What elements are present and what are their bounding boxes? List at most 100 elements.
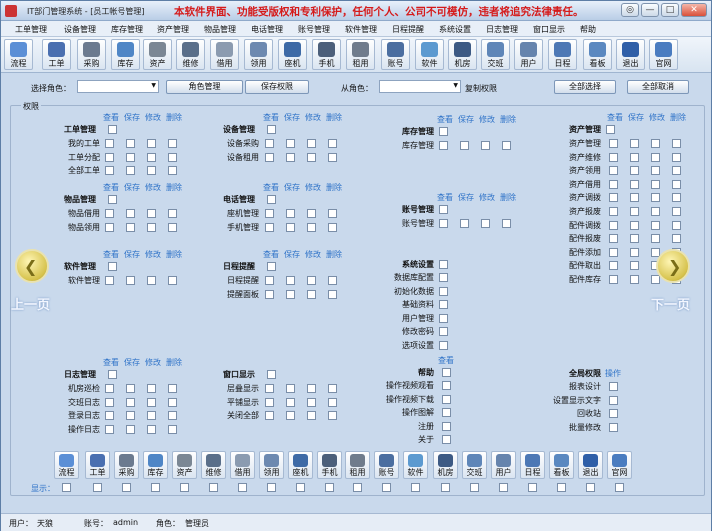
menu-asset[interactable]: 资产管理: [157, 24, 189, 35]
display-button-15[interactable]: 用户: [491, 451, 516, 479]
display-button-3[interactable]: 库存: [143, 451, 168, 479]
display-button-8[interactable]: 座机: [288, 451, 313, 479]
perm-checkbox[interactable]: [105, 276, 114, 285]
perm-checkbox[interactable]: [630, 275, 639, 284]
perm-checkbox[interactable]: [265, 289, 274, 299]
perm-checkbox[interactable]: [672, 152, 681, 162]
perm-checkbox[interactable]: [609, 422, 618, 432]
display-button-19[interactable]: 官网: [607, 451, 632, 479]
display-checkbox[interactable]: [209, 483, 218, 492]
perm-checkbox[interactable]: [307, 222, 316, 232]
perm-checkbox[interactable]: [147, 424, 156, 434]
group-checkbox-goods[interactable]: [108, 195, 117, 204]
menu-help[interactable]: 帮助: [580, 24, 596, 35]
perm-checkbox[interactable]: [442, 394, 451, 404]
menu-stock[interactable]: 库存管理: [111, 24, 143, 35]
perm-checkbox[interactable]: [105, 152, 114, 162]
perm-checkbox[interactable]: [672, 166, 681, 176]
perm-checkbox[interactable]: [630, 261, 639, 271]
perm-checkbox[interactable]: [168, 276, 177, 285]
perm-checkbox[interactable]: [126, 152, 135, 162]
perm-checkbox[interactable]: [672, 234, 681, 244]
display-checkbox[interactable]: [441, 483, 450, 492]
display-checkbox[interactable]: [382, 483, 391, 492]
perm-checkbox[interactable]: [126, 166, 135, 176]
group-checkbox-window[interactable]: [267, 370, 276, 379]
perm-checkbox[interactable]: [651, 139, 660, 148]
perm-checkbox[interactable]: [105, 209, 114, 218]
perm-checkbox[interactable]: [265, 152, 274, 162]
perm-checkbox[interactable]: [147, 384, 156, 393]
perm-checkbox[interactable]: [439, 286, 448, 296]
group-checkbox-log[interactable]: [108, 370, 117, 379]
perm-checkbox[interactable]: [147, 222, 156, 232]
group-checkbox-stock[interactable]: [439, 127, 448, 136]
perm-checkbox[interactable]: [651, 220, 660, 230]
menu-account[interactable]: 账号管理: [298, 24, 330, 35]
perm-checkbox[interactable]: [672, 220, 681, 230]
group-checkbox-account[interactable]: [439, 205, 448, 214]
perm-checkbox[interactable]: [328, 411, 337, 421]
perm-checkbox[interactable]: [651, 193, 660, 203]
perm-checkbox[interactable]: [481, 141, 490, 150]
next-page-button[interactable]: ❯: [656, 249, 690, 283]
perm-checkbox[interactable]: [105, 166, 114, 176]
toolbar-button-11[interactable]: 账号: [381, 39, 410, 70]
perm-checkbox[interactable]: [442, 381, 451, 390]
menu-ticket[interactable]: 工单管理: [15, 24, 47, 35]
role-select[interactable]: [77, 80, 159, 93]
perm-checkbox[interactable]: [105, 411, 114, 421]
group-checkbox-ticket[interactable]: [108, 125, 117, 134]
toolbar-button-18[interactable]: 退出: [616, 39, 645, 70]
toolbar-button-4[interactable]: 资产: [143, 39, 172, 70]
perm-checkbox[interactable]: [286, 384, 295, 393]
perm-checkbox[interactable]: [307, 152, 316, 162]
perm-checkbox[interactable]: [609, 179, 618, 189]
perm-checkbox[interactable]: [439, 273, 448, 282]
perm-checkbox[interactable]: [147, 411, 156, 421]
perm-checkbox[interactable]: [126, 209, 135, 218]
cancel-all-button[interactable]: 全部取消: [627, 80, 689, 94]
perm-checkbox[interactable]: [328, 289, 337, 299]
toolbar-button-16[interactable]: 日程: [548, 39, 577, 70]
perm-checkbox[interactable]: [126, 397, 135, 407]
display-button-13[interactable]: 机房: [433, 451, 458, 479]
minimize-button[interactable]: —: [641, 3, 659, 17]
prev-page-button[interactable]: ❮: [15, 249, 49, 283]
perm-checkbox[interactable]: [328, 397, 337, 407]
perm-checkbox[interactable]: [439, 313, 448, 323]
display-checkbox[interactable]: [122, 483, 131, 492]
perm-checkbox[interactable]: [609, 382, 618, 391]
toolbar-button-0[interactable]: 流程: [4, 39, 33, 70]
toolbar-button-10[interactable]: 租用: [346, 39, 375, 70]
menu-window[interactable]: 窗口显示: [533, 24, 565, 35]
select-all-button[interactable]: 全部选择: [554, 80, 616, 94]
perm-checkbox[interactable]: [265, 411, 274, 421]
display-button-16[interactable]: 日程: [520, 451, 545, 479]
display-button-11[interactable]: 账号: [374, 451, 399, 479]
menu-goods[interactable]: 物品管理: [204, 24, 236, 35]
toolbar-button-12[interactable]: 软件: [415, 39, 444, 70]
display-checkbox[interactable]: [93, 483, 102, 492]
perm-checkbox[interactable]: [609, 261, 618, 271]
display-button-7[interactable]: 领用: [259, 451, 284, 479]
display-checkbox[interactable]: [557, 483, 566, 492]
perm-checkbox[interactable]: [609, 275, 618, 284]
perm-checkbox[interactable]: [442, 408, 451, 418]
perm-checkbox[interactable]: [307, 209, 316, 218]
perm-checkbox[interactable]: [651, 207, 660, 216]
display-button-4[interactable]: 资产: [172, 451, 197, 479]
toolbar-button-15[interactable]: 用户: [514, 39, 543, 70]
perm-checkbox[interactable]: [439, 327, 448, 337]
perm-checkbox[interactable]: [630, 220, 639, 230]
display-button-12[interactable]: 软件: [403, 451, 428, 479]
perm-checkbox[interactable]: [168, 139, 177, 148]
perm-checkbox[interactable]: [609, 409, 618, 419]
perm-checkbox[interactable]: [126, 384, 135, 393]
perm-checkbox[interactable]: [609, 395, 618, 405]
group-checkbox-asset[interactable]: [606, 125, 615, 134]
menu-settings[interactable]: 系统设置: [439, 24, 471, 35]
perm-checkbox[interactable]: [672, 139, 681, 148]
perm-checkbox[interactable]: [651, 166, 660, 176]
perm-checkbox[interactable]: [168, 397, 177, 407]
